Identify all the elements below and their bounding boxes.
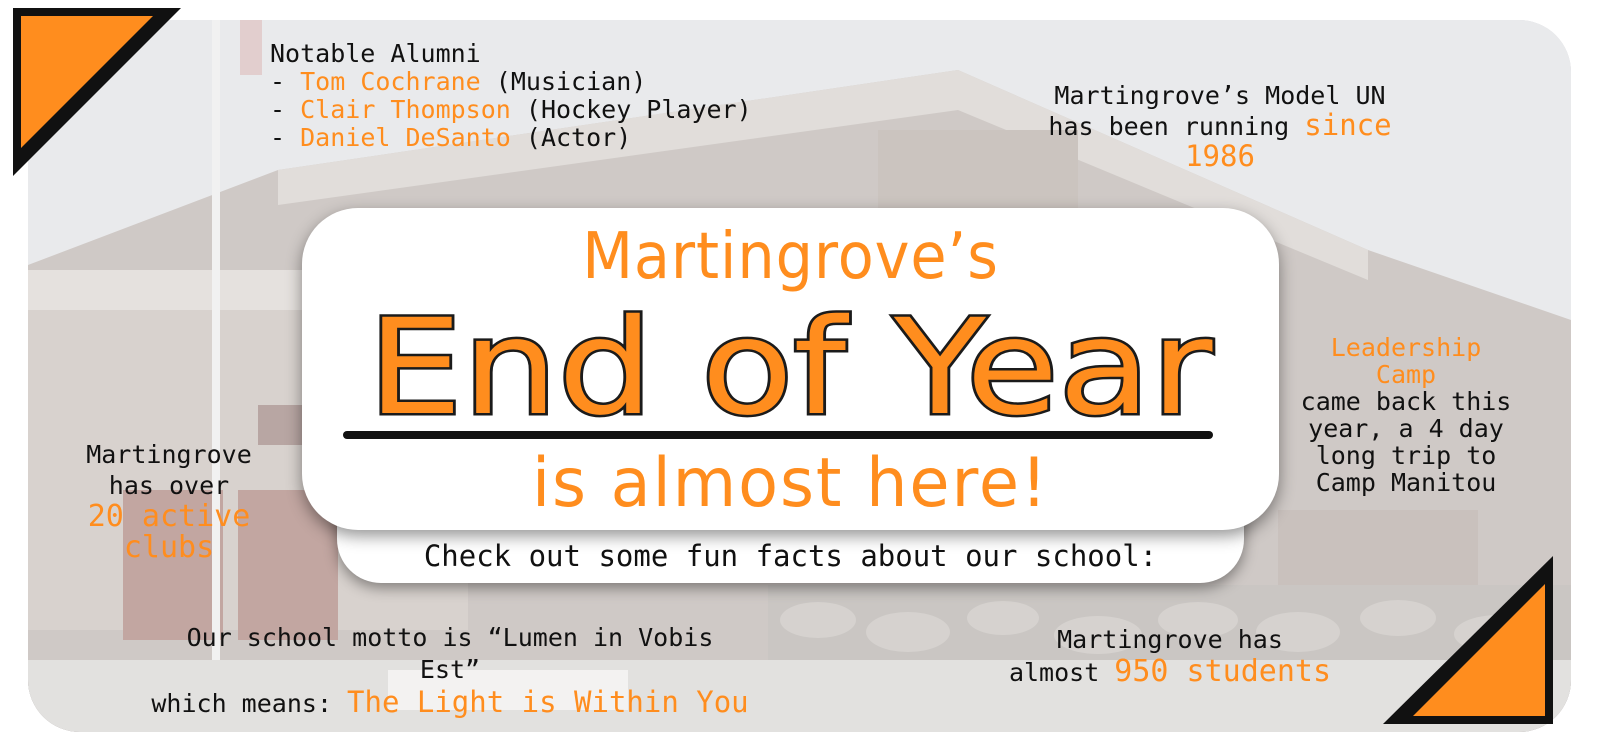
- headline-divider: [343, 431, 1213, 439]
- headline-subline: is almost here!: [531, 444, 1049, 523]
- alumni-name: Daniel DeSanto: [300, 123, 511, 152]
- alumni-heading: Notable Alumni: [270, 39, 481, 68]
- corner-triangle-bottom-right: [1383, 556, 1553, 724]
- motto-fact: Our school motto is “Lumen in Vobis Est”…: [150, 622, 750, 720]
- leadership-line: came back this: [1300, 387, 1512, 416]
- leadership-line: year, a 4 day: [1308, 414, 1504, 443]
- students-fact: Martingrove has almost 950 students: [1000, 624, 1340, 689]
- leadership-line: Camp Manitou: [1315, 468, 1497, 497]
- students-prefix: almost: [1008, 658, 1115, 687]
- clubs-highlight: 20 active clubs: [87, 499, 251, 565]
- motto-prefix: which means:: [151, 689, 348, 718]
- leadership-highlight: Leadership Camp: [1330, 333, 1482, 389]
- students-line1: Martingrove has: [1057, 625, 1283, 654]
- students-highlight: 950 students: [1114, 654, 1332, 689]
- motto-line1: Our school motto is “Lumen in Vobis Est”: [186, 623, 714, 684]
- alumni-role: Musician: [510, 67, 632, 96]
- alumni-role: Hockey Player: [540, 95, 737, 124]
- model-un-prefix: has been running: [1048, 111, 1305, 141]
- headline-card: Martingrove’s End of Year is almost here…: [302, 208, 1279, 530]
- alumni-item: - Clair Thompson (Hockey Player): [270, 95, 752, 124]
- headline-text: End of Year: [368, 291, 1214, 445]
- leadership-line: long trip to: [1315, 441, 1497, 470]
- alumni-item: - Tom Cochrane (Musician): [270, 67, 647, 96]
- alumni-name: Clair Thompson: [300, 95, 511, 124]
- corner-triangle-top-left: [13, 8, 181, 176]
- clubs-line2: has over: [108, 471, 230, 500]
- motto-line2: which means: The Light is Within You: [150, 686, 750, 720]
- facts-intro-text: Check out some fun facts about our schoo…: [423, 539, 1158, 573]
- alumni-role: Actor: [540, 123, 617, 152]
- motto-highlight: The Light is Within You: [347, 685, 749, 719]
- students-line2: almost 950 students: [1000, 656, 1340, 689]
- model-un-fact: Martingrove’s Model UN has been running …: [1010, 82, 1430, 173]
- alumni-item: - Daniel DeSanto (Actor): [270, 123, 632, 152]
- notable-alumni: Notable Alumni - Tom Cochrane (Musician)…: [270, 40, 752, 152]
- model-un-line1: Martingrove’s Model UN: [1054, 81, 1386, 110]
- leadership-camp-fact: Leadership Camp came back this year, a 4…: [1298, 334, 1514, 496]
- clubs-line1: Martingrove: [86, 440, 252, 469]
- alumni-name: Tom Cochrane: [300, 67, 481, 96]
- clubs-fact: Martingrove has over 20 active clubs: [40, 439, 298, 563]
- model-un-line2: has been running since 1986: [1010, 109, 1430, 174]
